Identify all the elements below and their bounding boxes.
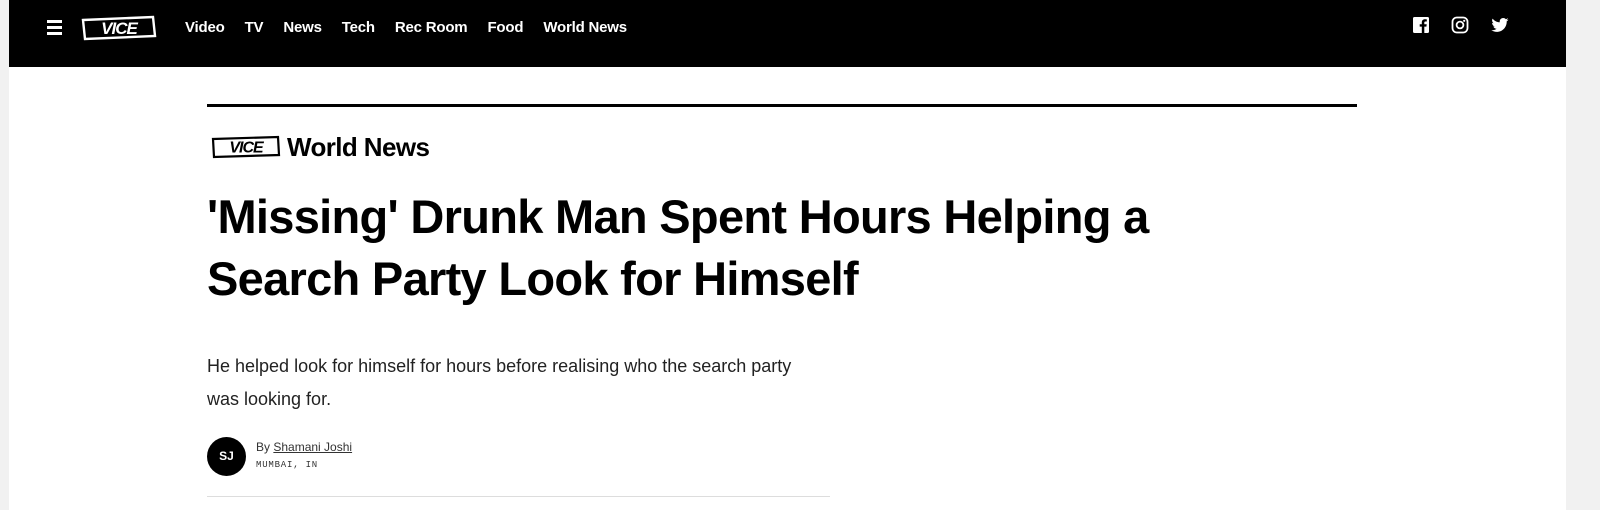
vice-logo-text: VICE: [101, 19, 138, 38]
article-headline: 'Missing' Drunk Man Spent Hours Helping …: [207, 190, 1149, 305]
byline-prefix: By: [256, 440, 271, 454]
nav-link-rec-room[interactable]: Rec Room: [395, 19, 468, 36]
nav-link-world-news[interactable]: World News: [543, 19, 627, 36]
section-vice-logo: VICE: [211, 135, 281, 159]
section-vice-logo-text: VICE: [229, 140, 265, 157]
author-location: MUMBAI, IN: [256, 460, 319, 470]
main-nav: Video TV News Tech Rec Room Food World N…: [185, 0, 647, 54]
author-avatar[interactable]: SJ: [207, 436, 246, 476]
article-header: VICE World News 'Missing' Drunk Man Spen…: [207, 104, 1357, 497]
author-link[interactable]: Shamani Joshi: [273, 440, 352, 454]
article-dek: He helped look for himself for hours bef…: [207, 356, 792, 409]
nav-link-food[interactable]: Food: [487, 19, 523, 36]
byline-line: By Shamani Joshi: [256, 439, 352, 456]
top-divider: [207, 104, 1357, 107]
nav-link-news[interactable]: News: [283, 19, 322, 36]
instagram-icon[interactable]: [1451, 16, 1469, 34]
facebook-icon[interactable]: [1412, 16, 1430, 34]
nav-link-tech[interactable]: Tech: [342, 19, 375, 36]
byline: SJ By Shamani Joshi MUMBAI, IN: [207, 436, 1357, 476]
byline-text: By Shamani Joshi MUMBAI, IN: [256, 439, 352, 473]
section-name[interactable]: World News: [287, 132, 430, 163]
vice-logo[interactable]: VICE: [81, 15, 157, 41]
byline-divider: [207, 496, 830, 497]
nav-link-tv[interactable]: TV: [245, 19, 264, 36]
twitter-icon[interactable]: [1490, 16, 1510, 34]
page-gutter: [1566, 0, 1600, 510]
top-navbar: VICE Video TV News Tech Rec Room Food Wo…: [9, 0, 1566, 67]
nav-link-video[interactable]: Video: [185, 19, 225, 36]
social-links: [1412, 16, 1510, 34]
section-label[interactable]: VICE World News: [207, 132, 1357, 162]
page: VICE Video TV News Tech Rec Room Food Wo…: [9, 0, 1566, 510]
hamburger-menu-icon[interactable]: [47, 20, 65, 35]
